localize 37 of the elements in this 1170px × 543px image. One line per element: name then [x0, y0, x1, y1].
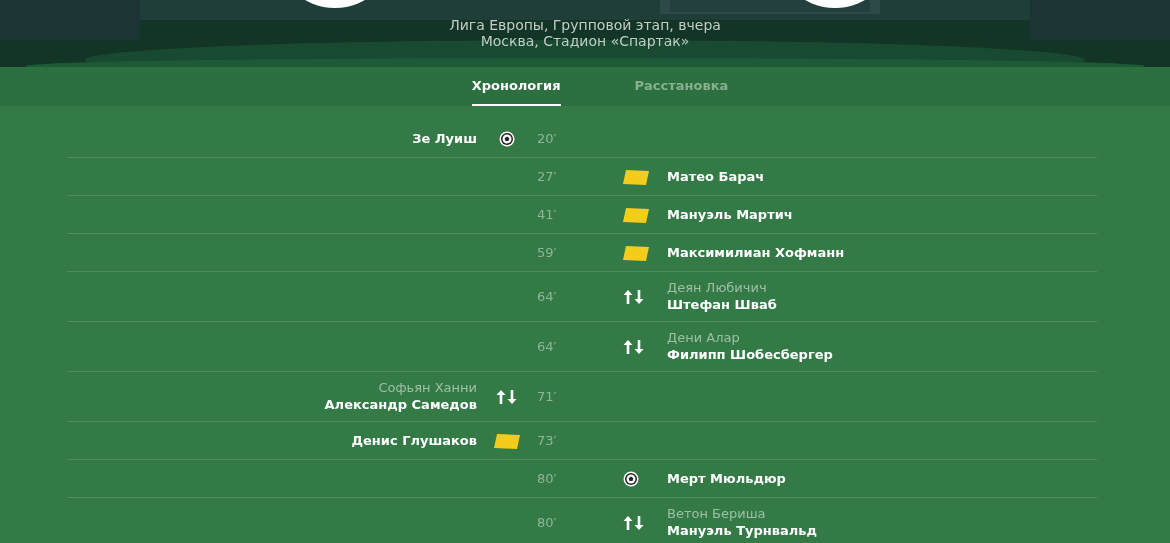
player-name: Мерт Мюльдюр [667, 470, 786, 487]
player-name: Денис Глушаков [351, 432, 477, 449]
player-name: Деян Любичич [667, 280, 768, 296]
event-minute: 20′ [537, 131, 558, 146]
swap-arrows-icon [623, 289, 645, 304]
event-minute: 71′ [537, 389, 558, 404]
soccer-ball-icon [499, 130, 515, 147]
match-info: Лига Европы, Групповой этап, вчера [449, 17, 721, 33]
booking-card-icon [623, 244, 649, 261]
event-minute: 41′ [537, 207, 558, 222]
player-name: Мануэль Мартич [667, 206, 793, 223]
player-name: Софьян Ханни [377, 380, 477, 396]
swap-arrows-icon [623, 339, 645, 354]
player-name: Филипп Шобесбергер [667, 346, 833, 363]
match-venue: Москва, Стадион «Спартак» [480, 33, 690, 49]
swap-arrows-icon [623, 515, 645, 530]
event-minute: 64′ [537, 289, 558, 304]
player-name: Зе Луиш [412, 130, 477, 147]
booking-card-icon [623, 206, 649, 223]
booking-card-icon [494, 432, 520, 449]
event-minute: 64′ [537, 339, 558, 354]
player-name: Ветон Бериша [667, 506, 767, 522]
player-name: Дени Алар [667, 330, 741, 346]
swap-arrows-icon [496, 389, 518, 404]
booking-card-icon [623, 168, 649, 185]
player-name: Мануэль Турнвальд [667, 522, 817, 539]
player-name: Максимилиан Хофманн [667, 244, 845, 261]
event-minute: 80′ [537, 471, 558, 486]
tab[interactable]: Хронология [471, 67, 561, 106]
player-name: Штефан Шваб [667, 296, 777, 313]
event-minute: 27′ [537, 169, 558, 184]
event-minute: 80′ [537, 515, 558, 530]
player-name: Александр Самедов [324, 396, 477, 413]
event-minute: 59′ [537, 245, 558, 260]
soccer-ball-icon [623, 470, 639, 487]
event-minute: 73′ [537, 433, 558, 448]
player-name: Матео Барач [667, 168, 765, 185]
